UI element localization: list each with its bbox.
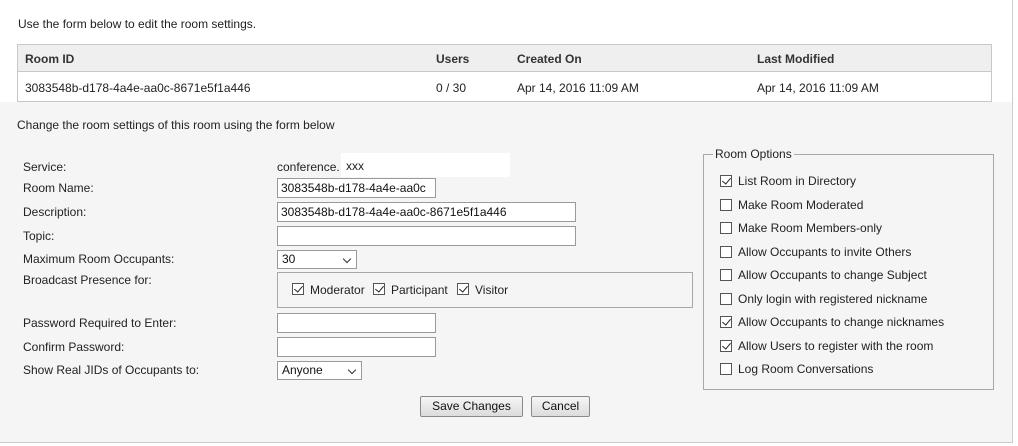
form-subtitle: Change the room settings of this room us… xyxy=(17,118,335,132)
participant-checkbox[interactable] xyxy=(373,283,385,295)
room-option-label: Allow Users to register with the room xyxy=(738,339,934,353)
cell-last-modified: Apr 14, 2016 11:09 AM xyxy=(757,81,879,95)
visitor-label: Visitor xyxy=(475,283,509,297)
room-option-checkbox[interactable] xyxy=(720,340,732,352)
password-input[interactable] xyxy=(277,313,436,333)
visitor-checkbox[interactable] xyxy=(457,283,469,295)
show-jids-value: Anyone xyxy=(282,363,323,377)
max-occupants-value: 30 xyxy=(282,252,296,266)
room-option-checkbox[interactable] xyxy=(720,222,732,234)
password-label: Password Required to Enter: xyxy=(23,316,177,330)
room-option-checkbox[interactable] xyxy=(720,316,732,328)
room-option-checkbox[interactable] xyxy=(720,363,732,375)
chevron-down-icon xyxy=(347,365,357,375)
room-name-label: Room Name: xyxy=(23,181,94,195)
broadcast-group: Moderator Participant Visitor xyxy=(277,272,693,308)
cancel-button[interactable]: Cancel xyxy=(531,396,590,417)
description-label: Description: xyxy=(23,205,87,219)
cell-created-on: Apr 14, 2016 11:09 AM xyxy=(517,81,639,95)
room-options-legend: Room Options xyxy=(713,147,794,161)
cell-users: 0 / 30 xyxy=(436,81,467,95)
broadcast-label: Broadcast Presence for: xyxy=(23,273,152,287)
col-room-id: Room ID xyxy=(25,52,75,66)
room-option-label: Make Room Members-only xyxy=(738,221,883,235)
table-header: Room ID Users Created On Last Modified xyxy=(18,45,991,72)
save-changes-button[interactable]: Save Changes xyxy=(420,396,523,417)
moderator-label: Moderator xyxy=(310,283,365,297)
col-users: Users xyxy=(436,52,470,66)
description-input[interactable]: 3083548b-d178-4a4e-aa0c-8671e5f1a446 xyxy=(277,202,576,222)
room-table: Room ID Users Created On Last Modified 3… xyxy=(17,44,992,102)
room-option-checkbox[interactable] xyxy=(720,199,732,211)
show-jids-select[interactable]: Anyone xyxy=(277,361,362,380)
topic-input[interactable] xyxy=(277,226,576,246)
max-occupants-label: Maximum Room Occupants: xyxy=(23,252,175,266)
intro-text: Use the form below to edit the room sett… xyxy=(18,17,257,31)
room-option-label: List Room in Directory xyxy=(738,174,857,188)
room-option-checkbox[interactable] xyxy=(720,246,732,258)
chevron-down-icon xyxy=(342,254,352,264)
room-option-label: Allow Occupants to change nicknames xyxy=(738,315,945,329)
room-name-input[interactable]: 3083548b-d178-4a4e-aa0c xyxy=(277,178,436,198)
col-created-on: Created On xyxy=(517,52,582,66)
settings-panel: Change the room settings of this room us… xyxy=(0,102,1013,443)
room-options-group: Room Options List Room in Directory Make … xyxy=(703,147,994,390)
room-option-checkbox[interactable] xyxy=(720,269,732,281)
room-option-label: Allow Occupants to invite Others xyxy=(738,245,912,259)
max-occupants-select[interactable]: 30 xyxy=(277,250,357,269)
room-option-label: Make Room Moderated xyxy=(738,198,864,212)
service-label: Service: xyxy=(23,160,67,174)
panel-border xyxy=(1012,0,1013,442)
show-jids-label: Show Real JIDs of Occupants to: xyxy=(23,363,200,377)
service-prefix: conference. xyxy=(277,160,340,174)
topic-label: Topic: xyxy=(23,229,55,243)
service-value-box: xxx xyxy=(341,153,510,177)
moderator-checkbox[interactable] xyxy=(292,283,304,295)
participant-label: Participant xyxy=(391,283,448,297)
room-option-checkbox[interactable] xyxy=(720,175,732,187)
room-option-label: Log Room Conversations xyxy=(738,362,874,376)
room-option-label: Allow Occupants to change Subject xyxy=(738,268,927,282)
room-option-checkbox[interactable] xyxy=(720,293,732,305)
service-value: xxx xyxy=(346,159,364,173)
confirm-password-input[interactable] xyxy=(277,337,436,357)
room-option-label: Only login with registered nickname xyxy=(738,292,928,306)
confirm-password-label: Confirm Password: xyxy=(23,340,125,354)
cell-room-id: 3083548b-d178-4a4e-aa0c-8671e5f1a446 xyxy=(25,81,251,95)
col-last-modified: Last Modified xyxy=(757,52,835,66)
